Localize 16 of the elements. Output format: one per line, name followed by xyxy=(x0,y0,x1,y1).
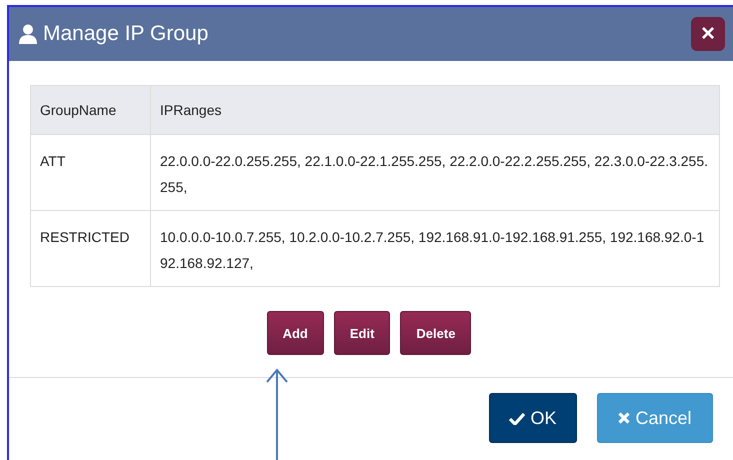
check-icon xyxy=(509,412,526,424)
column-header: IPRanges xyxy=(150,86,720,134)
arrow-icon xyxy=(265,368,289,460)
table-cell: 10.0.0.0-10.0.7.255, 10.2.0.0-10.2.7.255, 192.168.91.0-192.168.91.255, 192.168.92.0-192.168.92.127, xyxy=(150,210,720,286)
table-cell: 22.0.0.0-22.0.255.255, 22.1.0.0-22.1.255.255, 22.2.0.0-22.2.255.255, 22.3.0.0-22.3.255.255, xyxy=(150,134,720,210)
table-cell: RESTRICTED xyxy=(30,210,150,286)
column-header: GroupName xyxy=(30,86,150,134)
x-icon xyxy=(618,412,630,424)
ok-button[interactable]: OK xyxy=(489,393,577,443)
user-icon xyxy=(19,24,37,44)
close-button[interactable]: × xyxy=(691,17,725,51)
action-button[interactable]: Add xyxy=(266,311,324,355)
dialog-title: Manage IP Group xyxy=(43,22,210,46)
action-button[interactable]: Delete xyxy=(400,311,472,355)
action-button[interactable]: Edit xyxy=(334,311,390,355)
table-cell: ATT xyxy=(30,134,150,210)
